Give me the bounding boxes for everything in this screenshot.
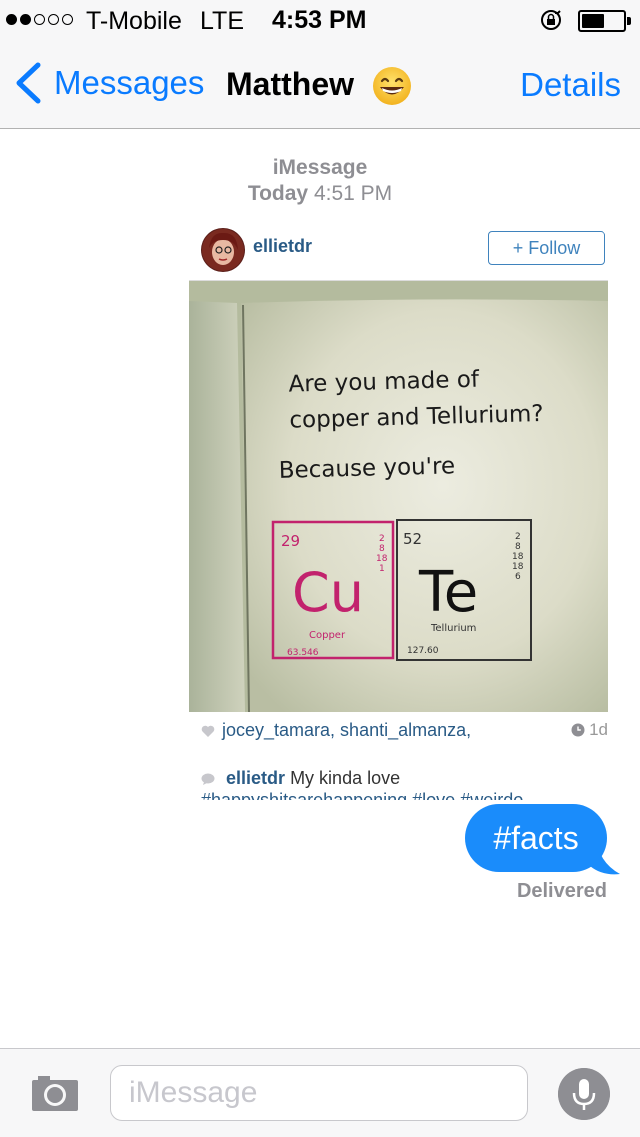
- signal-strength-icon: [6, 14, 73, 25]
- caption-text: My kinda love: [290, 768, 401, 788]
- network-type: LTE: [200, 7, 244, 35]
- signal-dot: [6, 14, 17, 25]
- back-button[interactable]: Messages: [14, 62, 204, 104]
- cu-mass: 63.546: [287, 648, 319, 658]
- battery-icon: [578, 10, 626, 32]
- photo-text-line3: Because you're: [278, 453, 455, 484]
- navigation-bar: Messages Matthew Details: [0, 40, 640, 129]
- te-shell: 2: [515, 532, 521, 542]
- battery-tip: [627, 17, 631, 25]
- caption: ellietdr My kinda love #happyshitsarehap…: [201, 768, 601, 800]
- timestamp-day: Today: [247, 182, 309, 205]
- te-mass: 127.60: [407, 646, 439, 656]
- thread-timestamp: Today 4:51 PM: [0, 182, 640, 206]
- cu-shell: 1: [379, 564, 385, 574]
- clock-icon: [571, 723, 585, 737]
- service-label: iMessage: [272, 156, 368, 179]
- bubble-tail: [590, 836, 620, 875]
- cu-shell: 2: [379, 534, 385, 544]
- cu-shell: 8: [379, 544, 385, 554]
- signal-dot: [48, 14, 59, 25]
- timestamp-time: 4:51 PM: [313, 182, 393, 205]
- post-age-text: 1d: [589, 720, 608, 739]
- te-shell: 18: [512, 562, 524, 572]
- likes-row: jocey_tamara, shanti_almanza,: [201, 720, 471, 741]
- cu-name: Copper: [309, 630, 346, 641]
- signal-dot: [62, 14, 73, 25]
- shared-photo[interactable]: Are you made of copper and Tellurium? Be…: [189, 281, 608, 712]
- likes-users[interactable]: jocey_tamara, shanti_almanza,: [222, 720, 471, 741]
- te-shell: 6: [515, 572, 521, 582]
- message-input[interactable]: [110, 1065, 528, 1121]
- te-shell: 8: [515, 542, 521, 552]
- post-age: 1d: [571, 720, 608, 740]
- status-bar: T-Mobile LTE 4:53 PM: [0, 0, 640, 40]
- chevron-left-icon: [16, 62, 41, 104]
- details-button[interactable]: Details: [520, 66, 621, 104]
- signal-dot: [20, 14, 31, 25]
- cu-symbol: Cu: [292, 561, 364, 624]
- instagram-preview-card[interactable]: ellietdr + Follow Are you made of copper…: [189, 226, 608, 800]
- photo-text-line1: Are you made of: [288, 367, 480, 398]
- back-label: Messages: [54, 64, 205, 101]
- cu-shell: 18: [376, 554, 388, 564]
- card-username[interactable]: ellietdr: [253, 236, 312, 257]
- heart-icon: [201, 725, 215, 737]
- message-input-bar: [0, 1048, 640, 1137]
- carrier-name: T-Mobile: [86, 7, 182, 35]
- comment-bubble-icon: [201, 773, 215, 786]
- conversation-title: Matthew: [226, 66, 354, 102]
- grinning-face-emoji-icon: [373, 67, 411, 105]
- card-header: ellietdr + Follow: [189, 226, 608, 282]
- te-shell: 18: [512, 552, 524, 562]
- te-symbol: Te: [418, 560, 478, 625]
- card-footer: jocey_tamara, shanti_almanza, 1d ellietd…: [189, 712, 608, 800]
- cu-atomic-number: 29: [281, 532, 300, 550]
- avatar[interactable]: [201, 228, 245, 272]
- caption-hashtags[interactable]: #happyshitsarehappening #love #weirdo: [201, 790, 601, 800]
- te-name: Tellurium: [430, 623, 476, 634]
- status-time: 4:53 PM: [272, 6, 367, 34]
- caption-username[interactable]: ellietdr: [226, 768, 285, 788]
- sent-message-bubble[interactable]: #facts: [465, 804, 607, 872]
- delivery-status: Delivered: [516, 880, 607, 902]
- follow-button[interactable]: + Follow: [488, 231, 605, 265]
- te-atomic-number: 52: [403, 530, 422, 548]
- signal-dot: [34, 14, 45, 25]
- microphone-icon[interactable]: [558, 1068, 610, 1120]
- camera-icon[interactable]: [30, 1073, 80, 1113]
- rotation-lock-icon: [541, 10, 561, 30]
